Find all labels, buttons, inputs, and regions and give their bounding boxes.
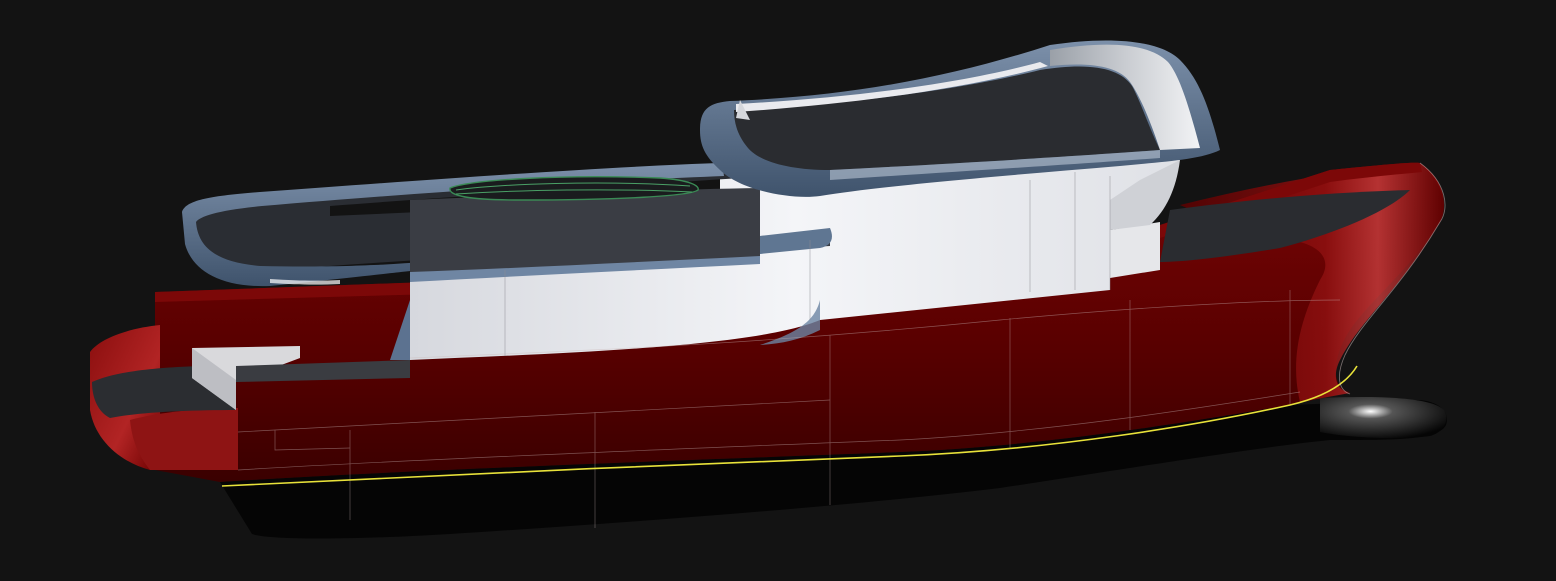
3d-viewport[interactable]	[0, 0, 1556, 581]
bulbous-bow	[1320, 397, 1447, 439]
vessel-render	[90, 40, 1447, 539]
